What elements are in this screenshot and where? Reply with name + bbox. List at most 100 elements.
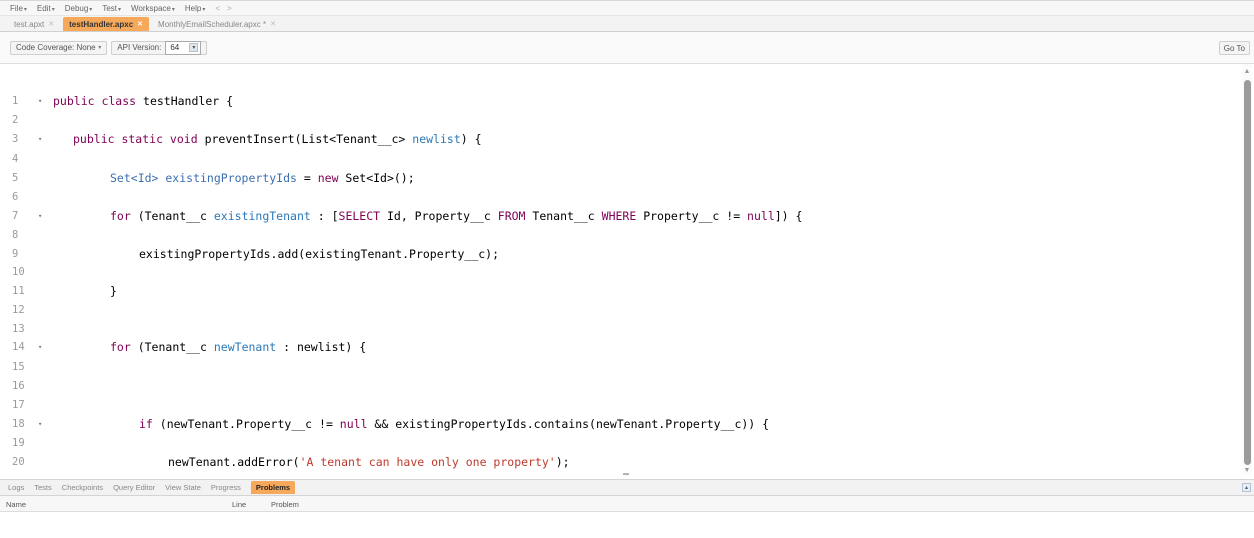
go-to-button[interactable]: Go To: [1218, 41, 1250, 55]
code-token: : [: [310, 209, 339, 223]
column-header-name[interactable]: Name: [6, 500, 26, 509]
chevron-down-icon: ▾: [117, 6, 121, 13]
code-token: for: [110, 340, 131, 354]
code-token: =: [296, 171, 318, 185]
menu-bar: File▾ Edit▾ Debug▾ Test▾ Workspace▾ Help…: [0, 0, 1254, 16]
chevron-down-icon: ▾: [96, 45, 102, 51]
scroll-down-icon[interactable]: ▼: [1243, 467, 1251, 475]
code-line: 7 ▾ for (Tenant__c existingTenant : [SELE…: [0, 181, 802, 223]
code-line: 15: [0, 332, 28, 373]
menu-edit-label: Edit: [36, 3, 51, 13]
code-line: 13: [0, 294, 28, 335]
column-header-line[interactable]: Line: [232, 500, 246, 509]
menu-help-label: Help: [184, 3, 202, 13]
file-tab-bar: test.apxt ✕ testHandler.apxc ✕ MonthlyEm…: [0, 16, 1254, 32]
tab-monthlyemailscheduler-apxc[interactable]: MonthlyEmailScheduler.apxc * ✕: [152, 17, 282, 31]
menu-workspace[interactable]: Workspace▾: [131, 4, 175, 13]
code-token: (Tenant__c: [130, 209, 214, 223]
code-line: 8: [0, 200, 28, 241]
code-line: 14 ▾ for (Tenant__c newTenant : newlist) …: [0, 312, 366, 354]
code-line: 9 existingPropertyIds.add(existingTenant…: [0, 219, 499, 261]
chevron-down-icon: ▾: [51, 6, 55, 13]
column-header-problem[interactable]: Problem: [271, 500, 299, 509]
code-token: existingPropertyIds.add(existingTenant.P…: [139, 247, 500, 261]
menu-test[interactable]: Test▾: [102, 4, 121, 13]
problems-table-header: Name Line Problem: [0, 496, 1254, 512]
tab-query-editor[interactable]: Query Editor: [113, 481, 155, 494]
code-token: Set<Id> existingPropertyIds: [110, 171, 297, 185]
code-line: 5 Set<Id> existingPropertyIds = new Set<…: [0, 143, 415, 185]
panel-resize-handle[interactable]: ▬: [614, 471, 638, 477]
close-icon[interactable]: ✕: [137, 20, 143, 28]
code-line: 10: [0, 237, 28, 278]
code-line: 11 }: [0, 256, 117, 298]
tab-tests[interactable]: Tests: [34, 481, 52, 494]
tab-checkpoints[interactable]: Checkpoints: [62, 481, 103, 494]
code-token: Tenant__c: [525, 209, 602, 223]
code-token: ]) {: [774, 209, 803, 223]
nav-forward-icon[interactable]: >: [227, 4, 232, 13]
code-token: SELECT: [338, 209, 381, 223]
menu-file-label: File: [10, 3, 23, 13]
code-line: 16: [0, 351, 28, 392]
api-version-control: API Version: 64 ▾: [111, 40, 208, 55]
bottom-panel-tabs: Logs Tests Checkpoints Query Editor View…: [0, 479, 1254, 496]
api-version-select[interactable]: 64 ▾: [165, 40, 202, 55]
tab-testhandler-apxc[interactable]: testHandler.apxc ✕: [63, 17, 150, 31]
code-token: WHERE: [601, 209, 637, 223]
nav-back-icon[interactable]: <: [215, 4, 220, 13]
menu-debug-label: Debug: [64, 3, 89, 13]
fold-arrow-icon[interactable]: ▾: [38, 340, 42, 354]
tab-label: testHandler.apxc: [69, 19, 134, 29]
menu-workspace-label: Workspace: [131, 3, 171, 13]
scrollbar-thumb[interactable]: [1244, 80, 1251, 465]
tab-test-apxt[interactable]: test.apxt ✕: [8, 17, 60, 31]
maximize-panel-icon[interactable]: ▴: [1242, 483, 1251, 492]
chevron-down-icon: ▾: [23, 6, 27, 13]
code-coverage-dropdown[interactable]: Code Coverage: None ▾: [10, 40, 108, 55]
code-coverage-label: Code Coverage: None: [16, 43, 96, 52]
code-token: newTenant.addError(: [168, 455, 300, 469]
code-token: newlist: [412, 132, 461, 146]
code-token: 'A tenant can have only one property': [299, 455, 556, 469]
close-icon[interactable]: ✕: [270, 20, 276, 28]
code-token: );: [555, 455, 570, 469]
tab-view-state[interactable]: View State: [165, 481, 201, 494]
code-token: FROM: [497, 209, 526, 223]
tab-label: test.apxt: [14, 19, 45, 29]
editor-scrollbar[interactable]: ▲ ▼: [1242, 64, 1252, 474]
api-version-label: API Version:: [117, 43, 162, 52]
menu-debug[interactable]: Debug▾: [65, 4, 93, 13]
code-token: new: [317, 171, 339, 185]
chevron-down-icon: ▾: [89, 6, 93, 13]
code-token: : newlist) {: [276, 340, 367, 354]
fold-arrow-icon[interactable]: ▾: [38, 209, 42, 223]
code-line: 19: [0, 408, 28, 449]
code-editor[interactable]: 1 ▾ public class testHandler { 2 3 ▾ publi…: [0, 64, 1254, 472]
code-token: }: [110, 284, 117, 298]
api-version-value: 64: [170, 43, 180, 52]
code-line: 1 ▾ public class testHandler {: [0, 66, 233, 108]
code-token: && existingPropertyIds.contains(newTenan…: [367, 417, 770, 431]
code-line: 2: [0, 85, 28, 126]
code-line: 3 ▾ public static void preventInsert(List…: [0, 104, 482, 146]
code-line: 12: [0, 275, 28, 316]
code-token: Property__c !=: [636, 209, 748, 223]
tab-problems[interactable]: Problems: [250, 481, 296, 494]
menu-file[interactable]: File▾: [10, 4, 27, 13]
fold-arrow-icon[interactable]: ▾: [38, 417, 42, 431]
fold-arrow-icon[interactable]: ▾: [38, 132, 42, 146]
close-icon[interactable]: ✕: [48, 20, 54, 28]
chevron-down-icon: ▾: [189, 43, 199, 52]
code-token: public class: [53, 94, 144, 108]
fold-arrow-icon[interactable]: ▾: [38, 94, 42, 108]
chevron-down-icon: ▾: [202, 6, 206, 13]
editor-toolbar: Code Coverage: None ▾ API Version: 64 ▾ …: [0, 32, 1254, 64]
menu-edit[interactable]: Edit▾: [37, 4, 55, 13]
code-line: 18 ▾ if (newTenant.Property__c != null &&…: [0, 389, 769, 431]
scroll-up-icon[interactable]: ▲: [1243, 68, 1251, 76]
tab-logs[interactable]: Logs: [8, 481, 24, 494]
code-token: null: [339, 417, 368, 431]
tab-progress[interactable]: Progress: [211, 481, 241, 494]
menu-help[interactable]: Help▾: [185, 4, 205, 13]
